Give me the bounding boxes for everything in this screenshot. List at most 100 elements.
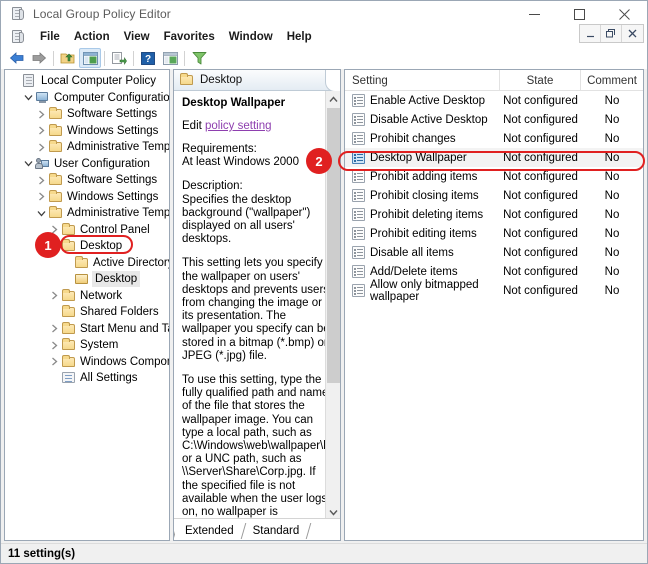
menu-item-file[interactable]: File [33,29,67,45]
chevron-right-icon[interactable] [35,139,48,155]
description-section: Description: Specifies the desktop backg… [182,180,332,246]
show-hide-console-tree-icon[interactable] [79,48,101,68]
tree-node-network[interactable]: Network [5,288,169,305]
mdi-minimize-button[interactable] [580,25,601,42]
menu-item-view[interactable]: View [117,29,157,45]
chevron-down-icon[interactable] [22,90,35,106]
menu-item-help[interactable]: Help [280,29,319,45]
mmc-console-icon [10,6,26,22]
minimize-button[interactable] [512,1,557,27]
up-one-level-icon[interactable] [57,48,79,68]
main-content: Local Computer Policy Computer Configurat… [1,69,647,543]
menu-item-favorites[interactable]: Favorites [157,29,222,45]
scrollbar-thumb[interactable] [327,108,340,383]
chevron-right-icon[interactable] [48,288,61,304]
tree-node-administrative-templates[interactable]: Administrative Templates [5,139,169,156]
policy-setting-link[interactable]: policy setting [205,120,271,132]
back-icon[interactable] [6,48,28,68]
table-row[interactable]: Disable Active Desktop Not configured No [345,110,643,129]
help-icon[interactable]: ? [137,48,159,68]
row-state-cell: Not configured [503,189,578,202]
properties-icon[interactable] [159,48,181,68]
scroll-up-icon[interactable] [326,91,340,107]
tree-node-label: Windows Settings [67,124,159,137]
row-comment-cell: No [604,265,620,278]
tree-node-label: Network [80,289,123,302]
tree-node-software-settings[interactable]: Software Settings [5,172,169,189]
tab-extended[interactable]: Extended [175,523,244,540]
row-setting-cell: Allow only bitmapped wallpaper [345,279,500,303]
chevron-right-icon[interactable] [35,172,48,188]
filter-icon[interactable] [188,48,210,68]
tree-node-all-settings[interactable]: All Settings [5,370,169,387]
table-row[interactable]: Prohibit closing items Not configured No [345,186,643,205]
chevron-right-icon[interactable] [35,123,48,139]
mdi-close-button[interactable] [622,25,643,42]
tree-node-active-directory[interactable]: Active Directory [5,255,169,272]
row-state-cell: Not configured [503,113,578,126]
table-row[interactable]: Prohibit editing items Not configured No [345,224,643,243]
tree-node-shared-folders[interactable]: Shared Folders [5,304,169,321]
table-row[interactable]: Prohibit changes Not configured No [345,129,643,148]
tab-standard[interactable]: Standard [243,523,310,540]
chevron-down-icon[interactable] [22,156,35,172]
menu-item-action[interactable]: Action [67,29,117,45]
row-setting-label: Prohibit editing items [370,227,477,240]
tree-node-local-computer-policy[interactable]: Local Computer Policy [5,73,169,90]
tree-node-windows-settings[interactable]: Windows Settings [5,189,169,206]
tree-node-start-menu-and-taskba[interactable]: Start Menu and Taskba [5,321,169,338]
mmc-icon [22,73,38,89]
policy-setting-icon [352,113,365,126]
row-setting-label: Disable all items [370,246,454,259]
console-document-icon [10,29,26,45]
table-row[interactable]: Prohibit deleting items Not configured No [345,205,643,224]
tree-node-user-configuration[interactable]: User Configuration [5,156,169,173]
tree-node-label: System [80,339,119,352]
folder-icon [48,205,64,221]
tree-node-software-settings[interactable]: Software Settings [5,106,169,123]
toolbar-separator [133,50,134,66]
row-comment-cell: No [604,170,620,183]
table-row[interactable]: Enable Active Desktop Not configured No [345,91,643,110]
row-state-cell: Not configured [503,265,578,278]
toolbar: ? [1,47,647,69]
tree-node-label: Administrative Templates [67,207,170,220]
column-header-setting[interactable]: Setting [345,70,500,91]
description-paragraph-1: Specifies the desktop background ("wallp… [182,193,311,246]
chevron-right-icon[interactable] [48,354,61,370]
forward-icon[interactable] [28,48,50,68]
mdi-restore-button[interactable] [601,25,622,42]
chevron-right-icon[interactable] [48,337,61,353]
tree-node-administrative-templates[interactable]: Administrative Templates [5,205,169,222]
policy-setting-icon [352,132,365,145]
row-comment-cell: No [604,113,620,126]
chevron-right-icon[interactable] [48,321,61,337]
computer-icon [35,90,51,106]
tree-node-system[interactable]: System [5,337,169,354]
description-label: Description: [182,180,243,193]
row-setting-label: Prohibit closing items [370,189,479,202]
chevron-right-icon[interactable] [35,189,48,205]
row-setting-cell: Disable Active Desktop [345,113,500,126]
list-column-headers: Setting State Comment [345,70,643,91]
tree-node-computer-configuration[interactable]: Computer Configuration [5,90,169,107]
policy-setting-icon [352,189,365,202]
chevron-down-icon[interactable] [35,205,48,221]
column-header-state[interactable]: State [500,70,581,91]
tree-node-label: Local Computer Policy [41,75,157,88]
row-setting-label: Prohibit deleting items [370,208,484,221]
tree-node-label: Computer Configuration [54,91,170,104]
menu-item-window[interactable]: Window [222,29,280,45]
export-list-icon[interactable] [108,48,130,68]
tree-node-windows-settings[interactable]: Windows Settings [5,123,169,140]
table-row[interactable]: Disable all items Not configured No [345,243,643,262]
tree-node-desktop[interactable]: Desktop [5,271,169,288]
row-setting-label: Enable Active Desktop [370,94,486,107]
settings-list-pane: Setting State Comment Enable Active Desk… [344,69,644,541]
tree-node-windows-components[interactable]: Windows Components [5,354,169,371]
table-row[interactable]: Allow only bitmapped wallpaper Not config… [345,279,643,303]
toolbar-separator [184,50,185,66]
column-header-comment[interactable]: Comment [581,70,643,91]
local-group-policy-editor-window: Local Group Policy Editor File Action Vi… [0,0,648,564]
chevron-right-icon[interactable] [35,106,48,122]
